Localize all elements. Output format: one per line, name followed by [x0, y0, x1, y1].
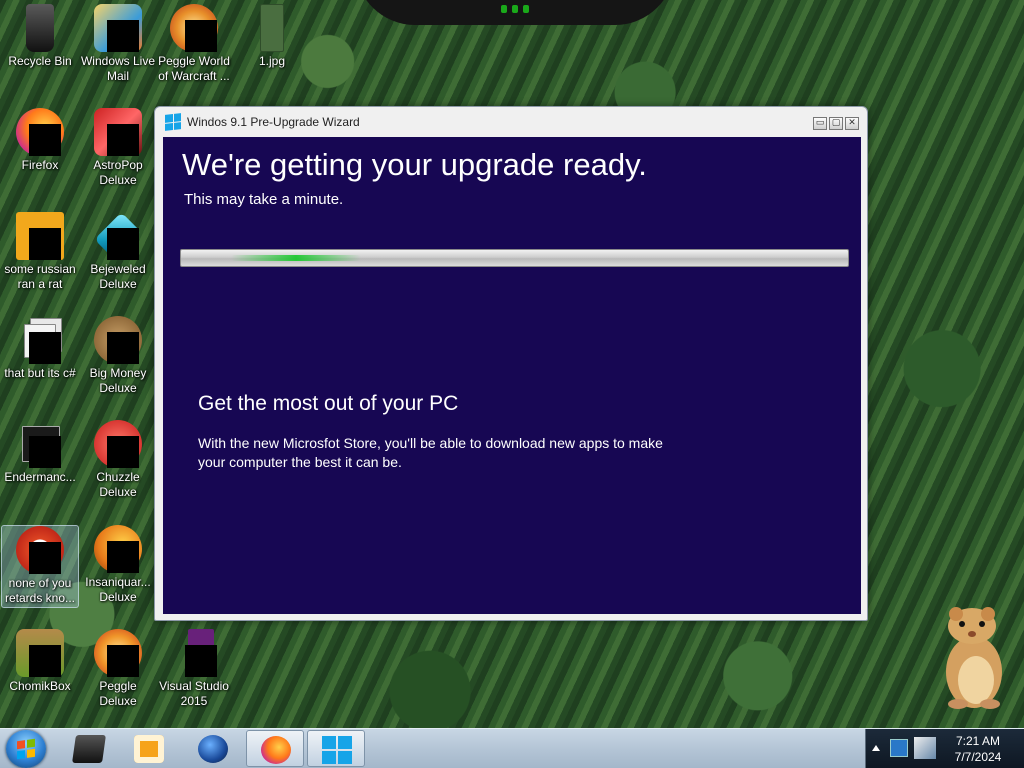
windows-logo-icon — [165, 113, 181, 131]
folder-icon — [72, 735, 106, 763]
app-icon — [16, 212, 64, 260]
desktop-icon-none-of-you[interactable]: none of you retards kno... — [1, 525, 79, 608]
desktop-icon-label: Firefox — [21, 158, 59, 172]
desktop-icon-insaniquarium[interactable]: Insaniquar... Deluxe — [79, 525, 157, 605]
windows-logo-icon — [322, 736, 352, 764]
upgrade-wizard-window: Windos 9.1 Pre-Upgrade Wizard ▭ ▢ ✕ We'r… — [154, 106, 868, 621]
desktop-icon-label: Windows Live Mail — [80, 54, 156, 83]
minimize-button[interactable]: ▭ — [813, 117, 827, 130]
peggle-wow-icon — [170, 4, 218, 52]
desktop-icon-1-jpg[interactable]: 1.jpg — [233, 4, 311, 69]
desktop-icon-firefox[interactable]: Firefox — [1, 108, 79, 173]
firefox-icon — [261, 736, 291, 764]
taskbar-file-explorer[interactable] — [60, 730, 118, 767]
desktop-icon-label: ChomikBox — [9, 679, 71, 693]
taskbar: 7:21 AM 7/7/2024 — [0, 728, 1024, 768]
network-icon[interactable] — [914, 737, 936, 759]
taskbar-media-player[interactable] — [120, 730, 178, 767]
astropop-icon — [94, 108, 142, 156]
desktop-icon-that-but-its-csharp[interactable]: that but its c# — [1, 316, 79, 381]
desktop-icon-label: Peggle World of Warcraft ... — [158, 54, 230, 83]
desktop-icon-label: AstroPop Deluxe — [93, 158, 143, 187]
desktop-icon-endermanc[interactable]: Endermanc... — [1, 420, 79, 485]
promo-body: With the new Microsfot Store, you'll be … — [198, 435, 663, 470]
show-hidden-icons-arrow-icon[interactable] — [872, 745, 880, 751]
desktop-icon-label: that but its c# — [4, 366, 76, 380]
desktop-icon-label: Endermanc... — [4, 470, 76, 484]
desktop-icon-label: Insaniquar... Deluxe — [85, 575, 151, 604]
shortcut-icon — [16, 526, 64, 574]
desktop-icon-astropop[interactable]: AstroPop Deluxe — [79, 108, 157, 188]
desktop-icon-label: Peggle Deluxe — [99, 679, 137, 708]
stacked-windows-icon — [16, 316, 64, 364]
desktop-icon-label: Big Money Deluxe — [89, 366, 147, 395]
recycle-bin-icon — [16, 4, 64, 52]
chuzzle-icon — [94, 420, 142, 468]
desktop-icon-windows-live-mail[interactable]: Windows Live Mail — [79, 4, 157, 84]
wizard-subtitle: This may take a minute. — [184, 191, 344, 208]
desktop-icon-bejeweled[interactable]: Bejeweled Deluxe — [79, 212, 157, 292]
close-button[interactable]: ✕ — [845, 117, 859, 130]
desktop-icon-label: some russian ran a rat — [4, 262, 76, 291]
wizard-headline: We're getting your upgrade ready. — [182, 147, 647, 182]
desktop-icon-label: Bejeweled Deluxe — [90, 262, 146, 291]
desktop-icon-label: Visual Studio 2015 — [159, 679, 229, 708]
desktop-icon-chomikbox[interactable]: ChomikBox — [1, 629, 79, 694]
desktop-icon-recycle-bin[interactable]: Recycle Bin — [1, 4, 79, 69]
taskbar-internet-explorer[interactable] — [184, 730, 242, 767]
mail-icon — [94, 4, 142, 52]
bejeweled-icon — [94, 212, 142, 260]
maximize-button[interactable]: ▢ — [829, 117, 843, 130]
promo-title: Get the most out of your PC — [198, 392, 459, 415]
upgrade-progress-bar — [180, 249, 849, 267]
taskbar-firefox[interactable] — [246, 730, 304, 767]
desktop-icon-visual-studio[interactable]: Visual Studio 2015 — [155, 629, 233, 709]
window-title: Windos 9.1 Pre-Upgrade Wizard — [187, 115, 360, 129]
start-orb-icon[interactable] — [6, 730, 46, 768]
desktop-icon-peggle-wow[interactable]: Peggle World of Warcraft ... — [155, 4, 233, 84]
big-money-icon — [94, 316, 142, 364]
taskbar-clock[interactable]: 7:21 AM 7/7/2024 — [940, 733, 1016, 765]
window-titlebar[interactable]: Windos 9.1 Pre-Upgrade Wizard ▭ ▢ ✕ — [155, 107, 867, 137]
desktop-icon-big-money[interactable]: Big Money Deluxe — [79, 316, 157, 396]
image-file-icon — [248, 4, 296, 52]
action-center-icon[interactable] — [890, 739, 908, 757]
top-dark-shape — [355, 0, 675, 25]
clock-time: 7:21 AM — [955, 734, 1001, 748]
desktop-icon-label: none of you retards kno... — [4, 576, 76, 605]
desktop-icon-label: 1.jpg — [258, 54, 286, 68]
visual-studio-icon — [170, 629, 218, 677]
desktop-icon-chuzzle[interactable]: Chuzzle Deluxe — [79, 420, 157, 500]
wizard-content: We're getting your upgrade ready. This m… — [163, 137, 861, 614]
progress-marquee — [231, 255, 361, 261]
taskbar-upgrade-wizard[interactable] — [307, 730, 365, 767]
clock-date: 7/7/2024 — [954, 750, 1002, 764]
desktop-icon-peggle-deluxe[interactable]: Peggle Deluxe — [79, 629, 157, 709]
insaniquarium-icon — [94, 525, 142, 573]
globe-icon — [198, 735, 228, 763]
chomikbox-icon — [16, 629, 64, 677]
desktop-icon-label: Recycle Bin — [8, 54, 72, 68]
hamster-icon[interactable] — [938, 606, 1010, 710]
system-tray: 7:21 AM 7/7/2024 — [865, 729, 1024, 768]
peggle-icon — [94, 629, 142, 677]
desktop-icon-some-russian-ran-a-rat[interactable]: some russian ran a rat — [1, 212, 79, 292]
desktop-icon-label: Chuzzle Deluxe — [96, 470, 140, 499]
firefox-icon — [16, 108, 64, 156]
terminal-icon — [16, 420, 64, 468]
media-player-icon — [134, 735, 164, 763]
